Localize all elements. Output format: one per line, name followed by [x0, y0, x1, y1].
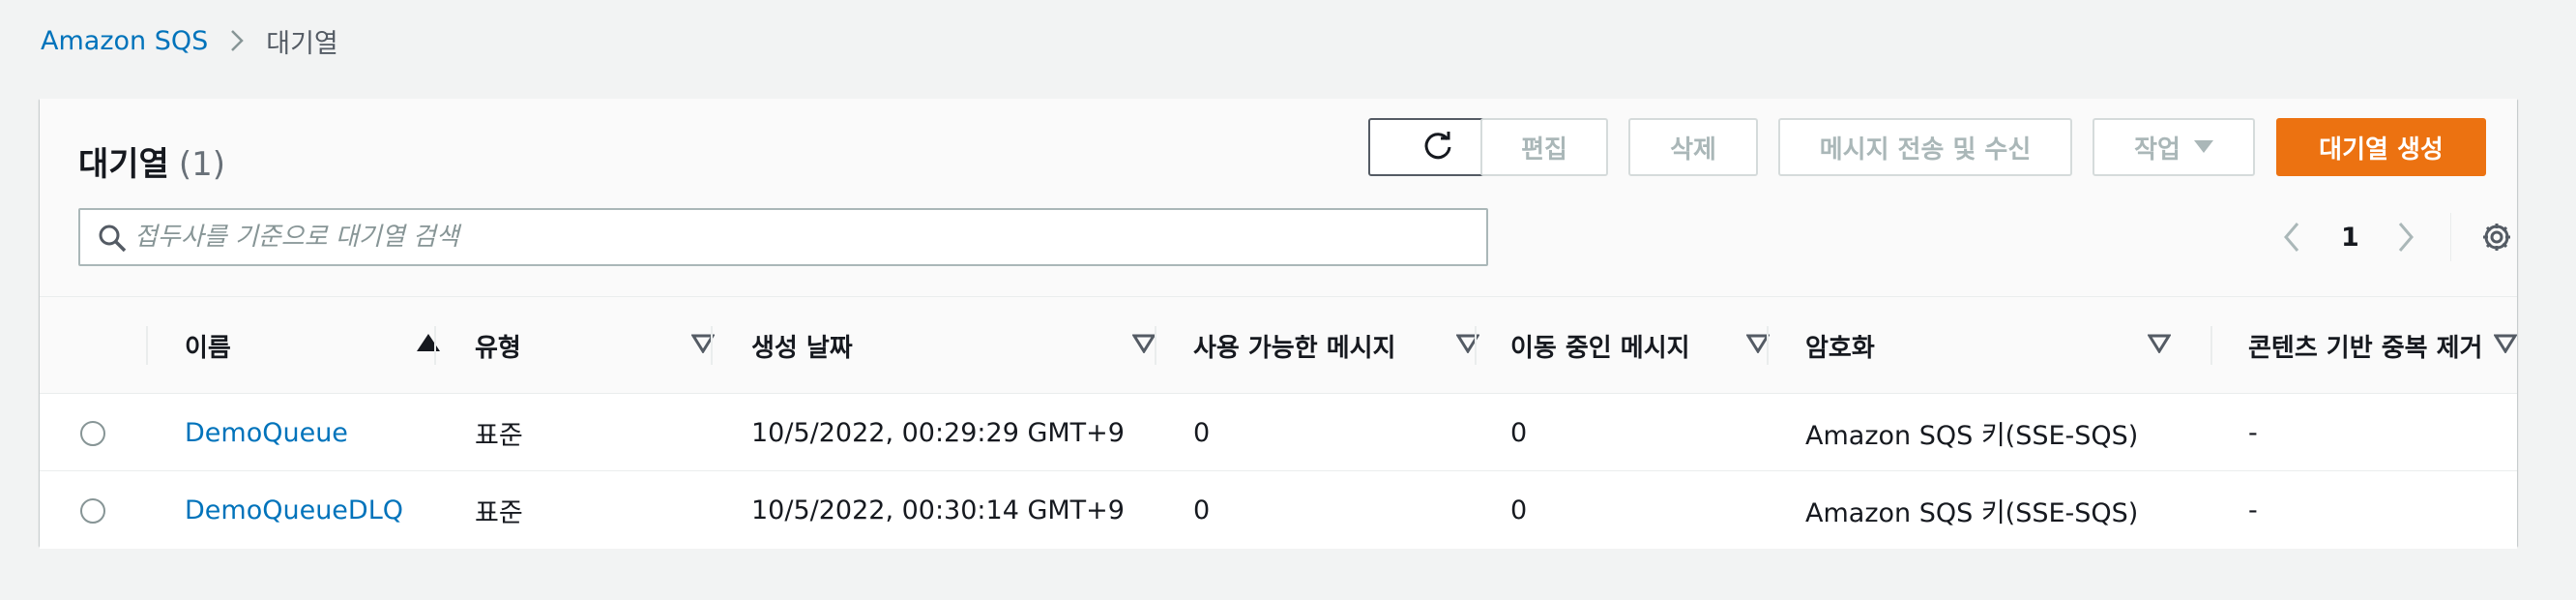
- gear-icon: [2483, 224, 2510, 251]
- row-select-radio[interactable]: [80, 421, 105, 446]
- queues-panel: 대기열 (1) 편집 삭제 메시지 전송 및 수신 작업 대기열 생성 접두사를…: [40, 99, 2517, 549]
- caret-down-icon: [2193, 140, 2213, 153]
- preferences-button[interactable]: [2480, 208, 2513, 266]
- send-receive-button-label: 메시지 전송 및 수신: [1819, 135, 2032, 165]
- send-receive-messages-button[interactable]: 메시지 전송 및 수신: [1778, 118, 2072, 176]
- available-messages: 0: [1193, 417, 1211, 448]
- column-divider: [1767, 326, 1769, 365]
- column-header-type[interactable]: 유형: [475, 297, 715, 394]
- next-page-button[interactable]: [2395, 208, 2416, 266]
- delete-button[interactable]: 삭제: [1628, 118, 1758, 176]
- sort-unsorted-icon: [2148, 334, 2171, 353]
- column-divider: [1155, 326, 1156, 365]
- current-page-number: 1: [2341, 222, 2359, 253]
- content-dedup: -: [2248, 417, 2258, 448]
- created-date: 10/5/2022, 00:30:14 GMT+9: [751, 495, 1125, 525]
- chevron-left-icon: [2284, 223, 2299, 252]
- encryption: Amazon SQS 키(SSE-SQS): [1805, 497, 2139, 528]
- column-divider: [2210, 326, 2212, 365]
- column-label: 이름: [185, 333, 231, 363]
- content-dedup: -: [2248, 495, 2258, 525]
- column-label: 이동 중인 메시지: [1510, 333, 1690, 363]
- title-text: 대기열: [78, 145, 169, 184]
- refresh-icon: [1424, 132, 1451, 160]
- column-header-created[interactable]: 생성 날짜: [751, 297, 1156, 394]
- edit-button-label: 편집: [1521, 135, 1567, 165]
- page-1-button[interactable]: 1: [2341, 208, 2359, 266]
- sort-ascending-icon: [417, 334, 440, 351]
- previous-page-button[interactable]: [2281, 208, 2302, 266]
- available-messages: 0: [1193, 495, 1211, 525]
- edit-button[interactable]: 편집: [1480, 118, 1608, 176]
- column-header-available-messages[interactable]: 사용 가능한 메시지: [1193, 297, 1479, 394]
- column-divider: [711, 326, 713, 365]
- panel-header: 대기열 (1) 편집 삭제 메시지 전송 및 수신 작업 대기열 생성 접두사를…: [40, 99, 2517, 297]
- column-divider: [146, 326, 148, 365]
- create-queue-button-label: 대기열 생성: [2319, 135, 2444, 165]
- breadcrumb-amazon-sqs-link[interactable]: Amazon SQS: [41, 26, 208, 56]
- search-box: [78, 208, 1488, 266]
- column-header-encryption[interactable]: 암호화: [1805, 297, 2171, 394]
- column-label: 암호화: [1805, 333, 1875, 363]
- create-queue-button[interactable]: 대기열 생성: [2276, 118, 2486, 176]
- queue-type: 표준: [475, 420, 523, 451]
- table-header: 이름 유형 생성 날짜 사용 가능한 메시지 이동 중인 메시지 암호화 콘텐츠…: [40, 297, 2517, 394]
- in-flight-messages: 0: [1510, 495, 1528, 525]
- page-title: 대기열 (1): [78, 137, 225, 185]
- breadcrumb: Amazon SQS 대기열: [41, 21, 338, 60]
- queue-name-link[interactable]: DemoQueue: [185, 394, 348, 471]
- column-divider: [1475, 326, 1477, 365]
- sort-unsorted-icon: [1132, 334, 1156, 353]
- search-icon: [98, 224, 127, 256]
- row-select-radio[interactable]: [80, 498, 105, 524]
- column-label: 콘텐츠 기반 중복 제거: [2248, 333, 2483, 363]
- breadcrumb-current: 대기열: [266, 28, 338, 59]
- column-divider: [434, 326, 436, 365]
- column-label: 생성 날짜: [751, 333, 853, 363]
- chevron-right-icon: [2398, 223, 2414, 252]
- column-header-in-flight-messages[interactable]: 이동 중인 메시지: [1510, 297, 1770, 394]
- delete-button-label: 삭제: [1670, 135, 1716, 165]
- column-header-name[interactable]: 이름: [185, 297, 440, 394]
- encryption: Amazon SQS 키(SSE-SQS): [1805, 420, 2139, 451]
- queue-count: (1): [178, 145, 226, 184]
- queue-name-link[interactable]: DemoQueueDLQ: [185, 471, 403, 549]
- pager-divider: [2450, 213, 2451, 261]
- queue-type: 표준: [475, 497, 523, 528]
- column-label: 사용 가능한 메시지: [1193, 333, 1396, 363]
- chevron-right-icon: [208, 28, 266, 53]
- created-date: 10/5/2022, 00:29:29 GMT+9: [751, 417, 1125, 448]
- in-flight-messages: 0: [1510, 417, 1528, 448]
- table-row[interactable]: DemoQueueDLQ 표준 10/5/2022, 00:30:14 GMT+…: [40, 471, 2517, 549]
- actions-dropdown-button[interactable]: 작업: [2093, 118, 2255, 176]
- search-input[interactable]: [134, 210, 1486, 264]
- table-row[interactable]: DemoQueue 표준 10/5/2022, 00:29:29 GMT+9 0…: [40, 394, 2517, 471]
- column-header-content-dedup[interactable]: 콘텐츠 기반 중복 제거: [2248, 297, 2517, 394]
- actions-button-label: 작업: [2134, 135, 2181, 165]
- column-label: 유형: [475, 333, 521, 363]
- sort-unsorted-icon: [2494, 334, 2517, 353]
